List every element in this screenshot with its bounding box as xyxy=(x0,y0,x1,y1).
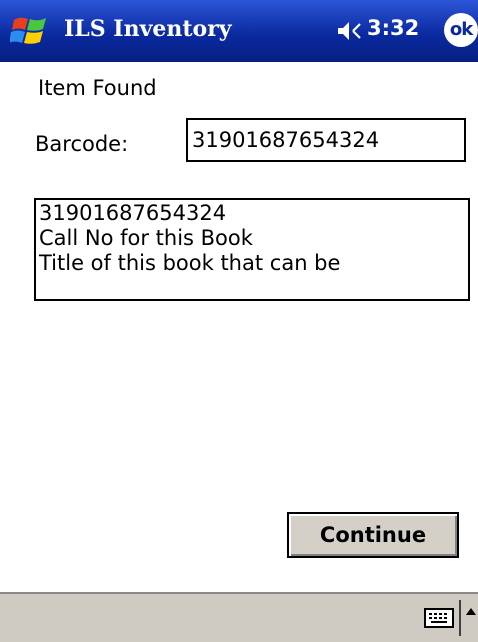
clock-time[interactable]: 3:32 xyxy=(367,16,419,40)
menu-bar xyxy=(0,592,478,642)
barcode-label: Barcode: xyxy=(35,132,129,156)
keyboard-icon[interactable] xyxy=(424,608,454,628)
page-heading: Item Found xyxy=(38,76,157,100)
ok-button[interactable]: ok xyxy=(444,13,478,47)
speaker-icon[interactable] xyxy=(336,19,364,43)
sip-divider xyxy=(459,600,461,636)
arrow-up-icon[interactable] xyxy=(465,606,477,618)
item-details-box[interactable]: 31901687654324 Call No for this Book Tit… xyxy=(34,198,470,301)
windows-flag-icon[interactable] xyxy=(10,14,52,48)
details-call-number-line: Call No for this Book xyxy=(39,226,253,250)
details-title-line: Title of this book that can be xyxy=(39,251,341,275)
continue-button[interactable]: Continue xyxy=(287,512,459,558)
details-barcode-line: 31901687654324 xyxy=(39,201,227,225)
title-bar: ILS Inventory 3:32 ok xyxy=(0,0,478,62)
barcode-input[interactable] xyxy=(186,118,466,162)
app-title: ILS Inventory xyxy=(64,16,232,42)
